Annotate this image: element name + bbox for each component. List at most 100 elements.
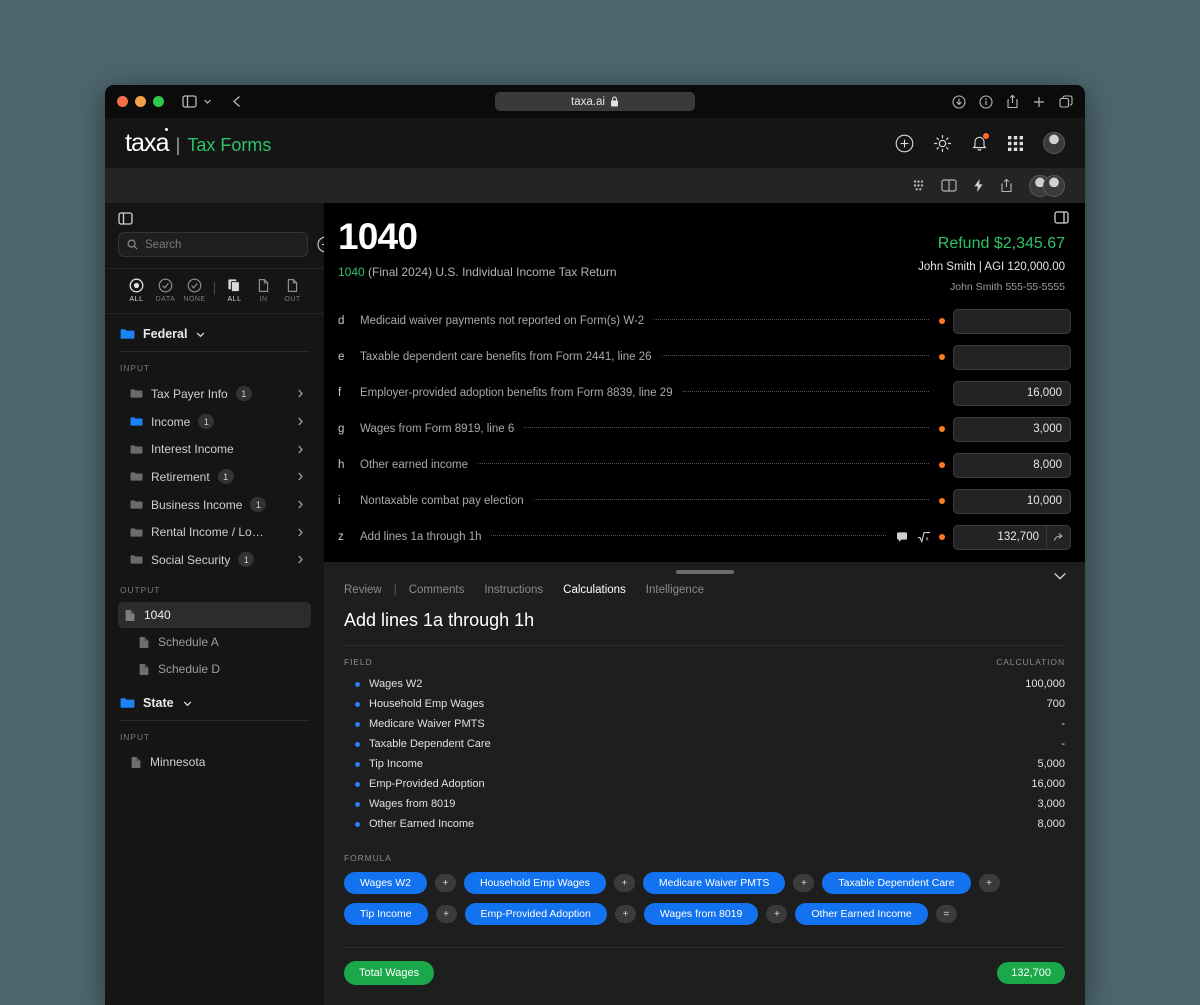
- sidebar-item-label: Schedule A: [158, 635, 219, 649]
- row-input[interactable]: 3,000: [953, 416, 1071, 442]
- search-field[interactable]: [118, 232, 308, 257]
- group-state[interactable]: State: [118, 683, 311, 720]
- status-dot: [939, 498, 945, 504]
- sidebar-item-interest-income[interactable]: Interest Income: [118, 436, 311, 462]
- formula-operator[interactable]: +: [434, 874, 456, 892]
- formula-icon[interactable]: x: [917, 531, 931, 543]
- formula-chip[interactable]: Wages W2: [344, 872, 427, 894]
- formula-chip[interactable]: Emp-Provided Adoption: [464, 903, 607, 925]
- close-window-button[interactable]: [117, 96, 128, 107]
- brand[interactable]: taxa | Tax Forms: [125, 127, 271, 158]
- leader-dots: [478, 463, 929, 464]
- go-to-calculation-button[interactable]: [1046, 525, 1070, 549]
- chevron-right-icon[interactable]: [296, 444, 305, 455]
- row-input[interactable]: 8,000: [953, 452, 1071, 478]
- add-item-button[interactable]: [317, 236, 324, 253]
- add-circle-icon[interactable]: [895, 134, 914, 153]
- sidebar-item-minnesota[interactable]: Minnesota: [118, 749, 311, 775]
- chevron-right-icon[interactable]: [296, 471, 305, 482]
- formula-operator[interactable]: +: [614, 905, 636, 923]
- new-tab-icon[interactable]: [1032, 95, 1046, 109]
- formula-chip[interactable]: Other Earned Income: [795, 903, 928, 925]
- formula-operator[interactable]: +: [793, 874, 815, 892]
- formula-chip[interactable]: Tip Income: [344, 903, 428, 925]
- sidebar-item-social-security[interactable]: Social Security 1: [118, 546, 311, 573]
- row-input[interactable]: 16,000: [953, 380, 1071, 406]
- formula-chip[interactable]: Medicare Waiver PMTS: [642, 872, 786, 894]
- formula-operator[interactable]: =: [935, 905, 957, 923]
- collaborator-avatar-2[interactable]: [1043, 174, 1065, 197]
- row-label: Wages from Form 8919, line 6: [360, 423, 515, 435]
- formula-row-2: Tip Income + Emp-Provided Adoption + Wag…: [324, 903, 1085, 925]
- form-row: d Medicaid waiver payments not reported …: [338, 303, 1071, 339]
- filter-all-docs[interactable]: ALL: [220, 278, 249, 303]
- formula-operator[interactable]: +: [978, 874, 1000, 892]
- info-icon[interactable]: [979, 94, 993, 109]
- panel-collapse-icon[interactable]: [1053, 571, 1067, 581]
- tab-calculations[interactable]: Calculations: [553, 584, 636, 596]
- chevron-down-icon[interactable]: [182, 698, 193, 709]
- formula-operator[interactable]: +: [613, 874, 635, 892]
- sidebar-item-tax-payer-info[interactable]: Tax Payer Info 1: [118, 380, 311, 407]
- tab-intelligence[interactable]: Intelligence: [636, 584, 714, 596]
- chevron-right-icon[interactable]: [296, 416, 305, 427]
- dots-grid-icon[interactable]: [912, 179, 925, 192]
- formula-chip[interactable]: Taxable Dependent Care: [822, 872, 971, 894]
- row-input[interactable]: [953, 308, 1071, 334]
- tab-overview-icon[interactable]: [1059, 94, 1073, 109]
- user-avatar[interactable]: [1043, 132, 1065, 154]
- sidebar-item-income[interactable]: Income 1: [118, 408, 311, 435]
- detail-panel-toggle-icon[interactable]: [1054, 211, 1069, 224]
- row-input[interactable]: 132,700: [953, 524, 1071, 550]
- total-label-pill[interactable]: Total Wages: [344, 961, 435, 985]
- chevron-right-icon[interactable]: [296, 527, 305, 538]
- bullet-icon: [355, 801, 360, 807]
- sidebar-item-retirement[interactable]: Retirement 1: [118, 463, 311, 490]
- sidebar-toggle-icon[interactable]: [182, 95, 197, 108]
- sidebar-item-1040[interactable]: 1040: [118, 602, 311, 628]
- row-input[interactable]: [953, 344, 1071, 370]
- sidebar-item-business-income[interactable]: Business Income 1: [118, 491, 311, 518]
- filter-in[interactable]: IN: [249, 278, 278, 303]
- theme-sun-icon[interactable]: [933, 134, 952, 153]
- tab-instructions[interactable]: Instructions: [474, 584, 553, 596]
- maximize-window-button[interactable]: [153, 96, 164, 107]
- filter-none[interactable]: NONE: [180, 278, 209, 303]
- formula-chip[interactable]: Household Emp Wages: [463, 872, 606, 894]
- filter-out[interactable]: OUT: [278, 278, 307, 303]
- formula-chip[interactable]: Wages from 8019: [643, 903, 759, 925]
- formula-operator[interactable]: +: [435, 905, 457, 923]
- total-value-pill[interactable]: 132,700: [997, 962, 1065, 984]
- filter-data[interactable]: DATA: [151, 278, 180, 303]
- split-view-icon[interactable]: [941, 179, 957, 192]
- sidebar-collapse-icon[interactable]: [105, 203, 324, 229]
- back-button[interactable]: [232, 95, 243, 108]
- collaborator-avatars[interactable]: [1029, 174, 1065, 197]
- share-icon[interactable]: [1000, 178, 1013, 193]
- chevron-right-icon[interactable]: [296, 388, 305, 399]
- chevron-right-icon[interactable]: [296, 499, 305, 510]
- sidebar-item-rental-income[interactable]: Rental Income / Lo…: [118, 519, 311, 545]
- tab-comments[interactable]: Comments: [399, 584, 475, 596]
- panel-resize-handle[interactable]: [675, 570, 734, 574]
- row-input[interactable]: 10,000: [953, 488, 1071, 514]
- apps-grid-icon[interactable]: [1007, 135, 1024, 152]
- downloads-icon[interactable]: [952, 94, 966, 109]
- address-bar[interactable]: taxa.ai: [495, 92, 695, 111]
- search-input[interactable]: [145, 238, 299, 251]
- lightning-icon[interactable]: [973, 178, 984, 193]
- share-icon[interactable]: [1006, 94, 1019, 109]
- chevron-down-icon[interactable]: [203, 97, 212, 106]
- comment-icon[interactable]: [896, 531, 908, 543]
- chevron-down-icon[interactable]: [195, 329, 206, 340]
- notifications-bell-icon[interactable]: [971, 133, 989, 152]
- sidebar-item-schedule-a[interactable]: Schedule A: [118, 629, 311, 655]
- chevron-right-icon[interactable]: [296, 554, 305, 565]
- group-federal[interactable]: Federal: [118, 314, 311, 351]
- sidebar-item-schedule-d[interactable]: Schedule D: [118, 656, 311, 682]
- minimize-window-button[interactable]: [135, 96, 146, 107]
- tab-review[interactable]: Review: [344, 584, 392, 596]
- filter-all-status[interactable]: ALL: [122, 278, 151, 303]
- formula-operator[interactable]: +: [766, 905, 788, 923]
- window-controls[interactable]: [117, 96, 164, 107]
